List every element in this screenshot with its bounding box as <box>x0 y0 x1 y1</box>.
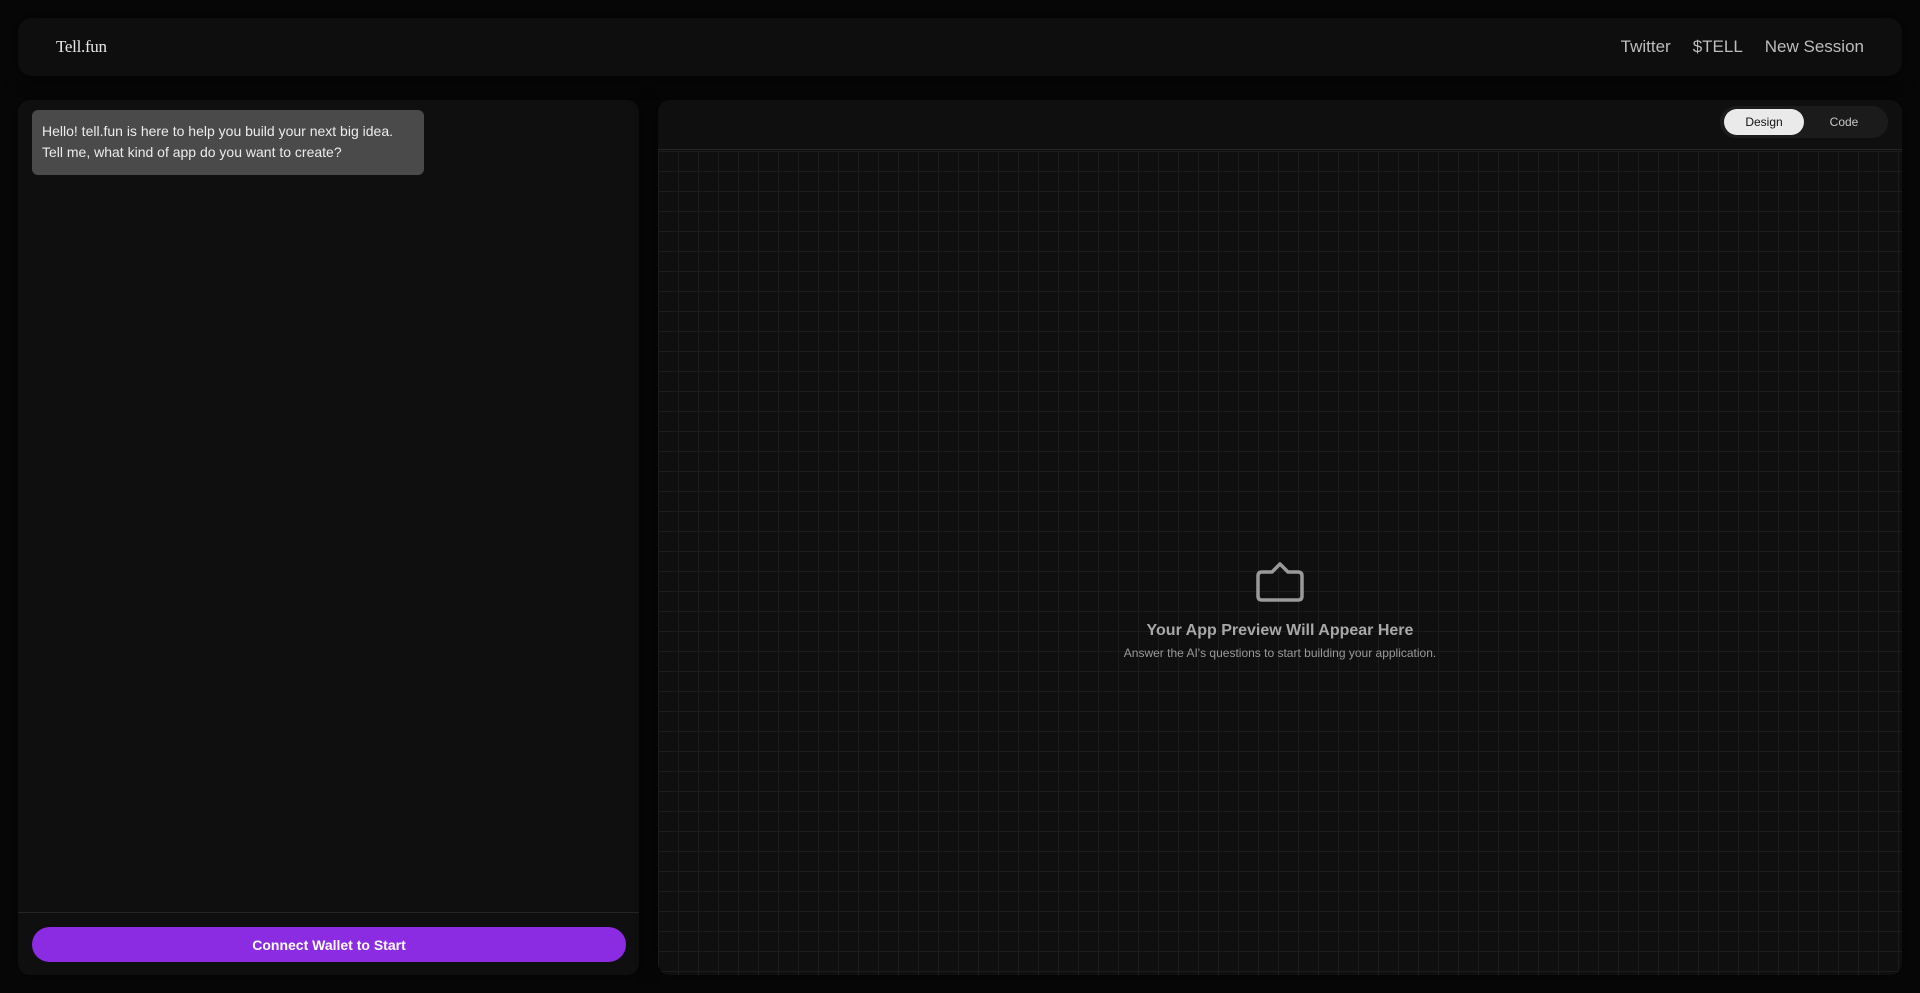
assistant-message: Hello! tell.fun is here to help you buil… <box>32 110 424 175</box>
empty-state-title: Your App Preview Will Appear Here <box>1146 622 1414 639</box>
nav-new-session-link[interactable]: New Session <box>1765 37 1864 57</box>
empty-state: Your App Preview Will Appear Here Answer… <box>658 560 1902 660</box>
preview-canvas: Your App Preview Will Appear Here Answer… <box>658 151 1902 975</box>
connect-wallet-button[interactable]: Connect Wallet to Start <box>32 927 626 962</box>
preview-panel: Design Code Your App Preview Will Appear… <box>658 100 1902 975</box>
chat-panel: Hello! tell.fun is here to help you buil… <box>18 100 639 975</box>
top-header: Tell.fun Twitter $TELL New Session <box>18 18 1902 76</box>
tab-design[interactable]: Design <box>1724 109 1804 135</box>
top-nav: Twitter $TELL New Session <box>1621 37 1864 57</box>
chat-divider <box>18 912 639 913</box>
preview-toolbar: Design Code <box>658 100 1902 150</box>
nav-twitter-link[interactable]: Twitter <box>1621 37 1671 57</box>
folder-icon <box>1256 562 1304 602</box>
empty-state-subtitle: Answer the AI's questions to start build… <box>1123 646 1437 660</box>
tab-code[interactable]: Code <box>1804 109 1884 135</box>
logo[interactable]: Tell.fun <box>56 37 107 57</box>
nav-token-link[interactable]: $TELL <box>1693 37 1743 57</box>
view-toggle: Design Code <box>1720 106 1888 138</box>
